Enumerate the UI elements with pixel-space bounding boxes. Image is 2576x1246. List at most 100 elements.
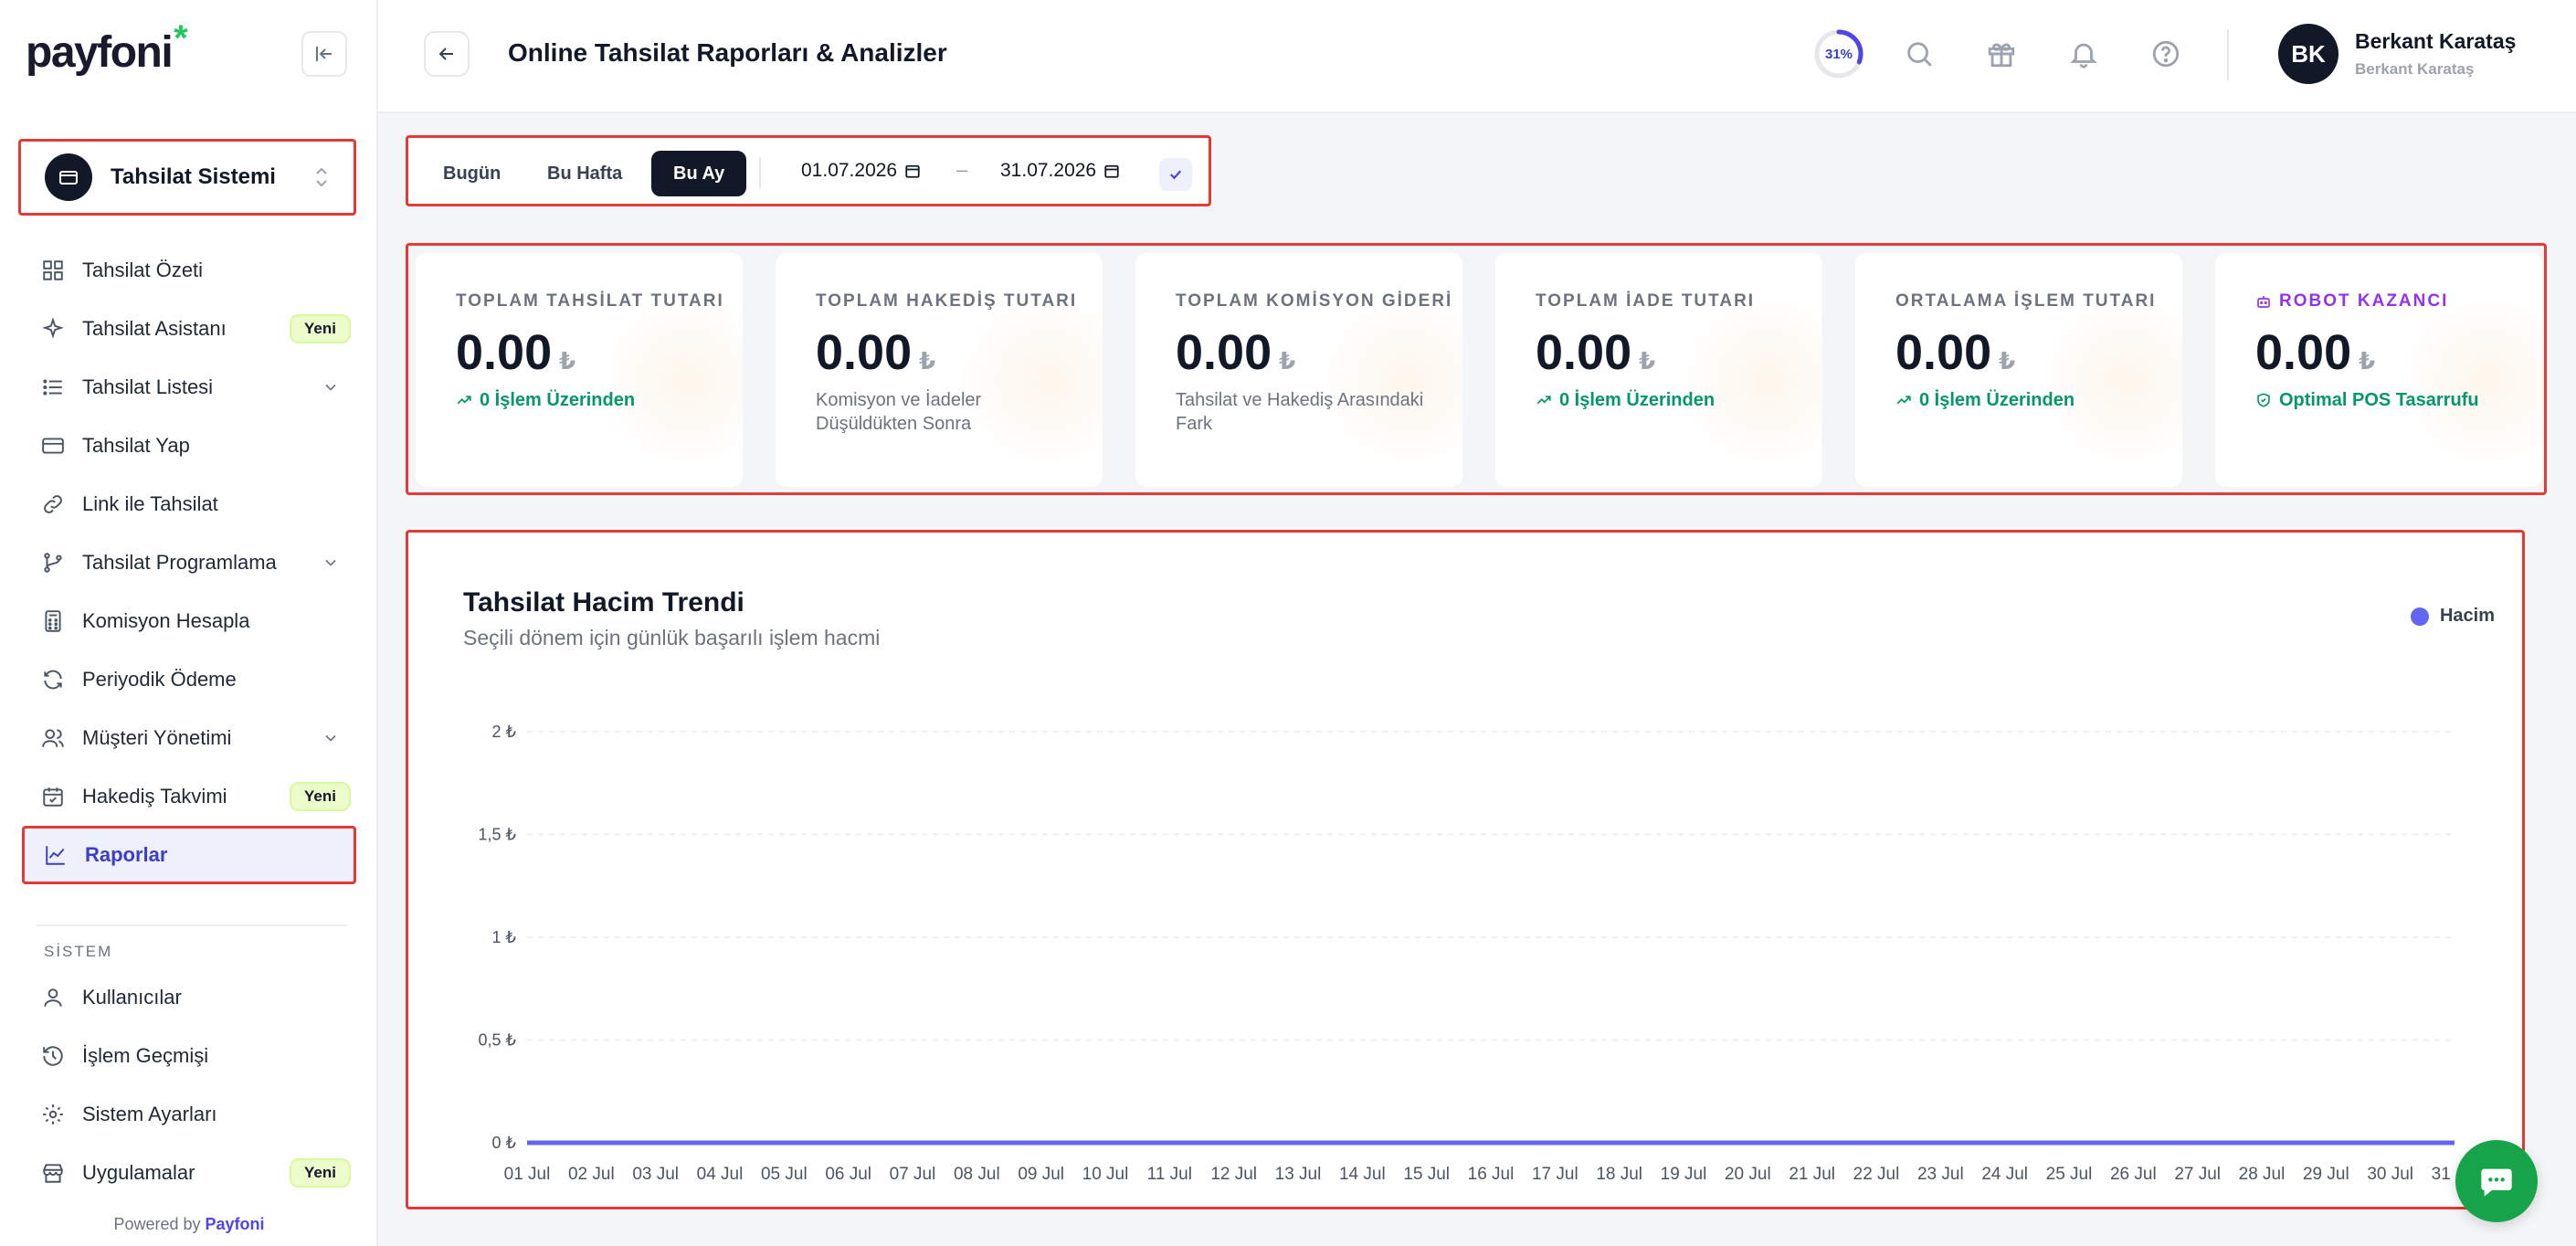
sidebar: payfoni* Tahsilat Sistemi Tahsilat Özeti… bbox=[0, 0, 378, 1246]
date-from-field[interactable]: 01.07.2026 bbox=[801, 160, 921, 182]
chat-button[interactable] bbox=[2455, 1140, 2538, 1222]
users-icon bbox=[40, 725, 66, 751]
sidebar-item-users[interactable]: Müşteri Yönetimi bbox=[22, 709, 356, 767]
kpi-value: 0.00 ₺ bbox=[2255, 325, 2376, 380]
page-title: Online Tahsilat Raporları & Analizler bbox=[508, 38, 947, 67]
sidebar-item-label: Tahsilat Özeti bbox=[82, 259, 204, 281]
kpi-value: 0.00 ₺ bbox=[1536, 325, 1656, 380]
kpi-subtitle: 0 İşlem Üzerinden bbox=[1536, 388, 1800, 412]
sidebar-item-label: İşlem Geçmişi bbox=[82, 1044, 209, 1067]
top-bar: Online Tahsilat Raporları & Analizler 31… bbox=[378, 0, 2576, 113]
kpi-title: TOPLAM HAKEDİŞ TUTARI bbox=[816, 291, 1078, 311]
x-tick-label: 26 Jul bbox=[2110, 1165, 2157, 1184]
sidebar-item-git-branch[interactable]: Tahsilat Programlama bbox=[22, 533, 356, 592]
sidebar-item-history[interactable]: İşlem Geçmişi bbox=[22, 1027, 356, 1085]
link-icon bbox=[40, 491, 66, 517]
sidebar-item-sparkles[interactable]: Tahsilat Asistanı Yeni bbox=[22, 300, 356, 358]
y-tick-label: 1 ₺ bbox=[492, 928, 516, 946]
git-branch-icon bbox=[40, 550, 66, 575]
filter-this-week[interactable]: Bu Hafta bbox=[525, 151, 644, 196]
date-separator: – bbox=[956, 158, 968, 181]
kpi-card: ROBOT KAZANCI 0.00 ₺ Optimal POS Tasarrufu bbox=[2215, 253, 2542, 487]
gift-button[interactable] bbox=[1982, 35, 2021, 73]
trend-up-icon bbox=[1896, 396, 1911, 405]
help-icon bbox=[2152, 40, 2180, 68]
shield-check-icon bbox=[2257, 393, 2270, 407]
x-tick-label: 27 Jul bbox=[2174, 1165, 2221, 1184]
sidebar-item-chart-line[interactable]: Raporlar bbox=[22, 826, 356, 884]
chevron-down-icon bbox=[325, 559, 336, 566]
sparkles-icon bbox=[40, 316, 66, 342]
date-to-field[interactable]: 31.07.2026 bbox=[1000, 160, 1120, 182]
currency-symbol: ₺ bbox=[2359, 347, 2376, 375]
sidebar-item-refresh[interactable]: Periyodik Ödeme bbox=[22, 650, 356, 709]
search-button[interactable] bbox=[1900, 35, 1938, 73]
x-tick-label: 10 Jul bbox=[1082, 1165, 1129, 1184]
sidebar-item-gear[interactable]: Sistem Ayarları bbox=[22, 1085, 356, 1144]
sidebar-item-link[interactable]: Link ile Tahsilat bbox=[22, 475, 356, 533]
x-tick-label: 14 Jul bbox=[1339, 1165, 1386, 1184]
sidebar-item-label: Tahsilat Asistanı bbox=[82, 317, 227, 340]
kpi-title: TOPLAM İADE TUTARI bbox=[1536, 291, 1756, 311]
filter-this-month[interactable]: Bu Ay bbox=[651, 151, 747, 196]
check-icon bbox=[1169, 170, 1182, 180]
avatar[interactable]: BK bbox=[2278, 24, 2338, 84]
apply-date-button[interactable] bbox=[1159, 158, 1192, 191]
bell-icon bbox=[2070, 43, 2097, 69]
x-tick-label: 16 Jul bbox=[1468, 1165, 1515, 1184]
header-divider bbox=[2227, 29, 2229, 80]
kpi-card: TOPLAM İADE TUTARI 0.00 ₺ 0 İşlem Üzerinden bbox=[1495, 253, 1822, 487]
volume-trend-chart: Tahsilat Hacim Trendi Seçili dönem için … bbox=[406, 530, 2525, 1209]
kpi-subtitle: Optimal POS Tasarrufu bbox=[2255, 388, 2520, 412]
sidebar-item-calculator[interactable]: Komisyon Hesapla bbox=[22, 592, 356, 650]
sidebar-item-store[interactable]: Uygulamalar Yeni bbox=[22, 1144, 356, 1202]
filter-today[interactable]: Bugün bbox=[421, 151, 523, 196]
x-tick-label: 22 Jul bbox=[1853, 1165, 1900, 1184]
sidebar-item-user[interactable]: Kullanıcılar bbox=[22, 968, 356, 1027]
sidebar-item-label: Tahsilat Programlama bbox=[82, 551, 277, 574]
sidebar-item-label: Uygulamalar bbox=[82, 1161, 195, 1184]
onboarding-progress[interactable]: 31% bbox=[1812, 27, 1865, 80]
payfoni-logo[interactable]: payfoni* bbox=[26, 18, 188, 78]
x-tick-label: 02 Jul bbox=[568, 1165, 615, 1184]
kpi-subtitle: 0 İşlem Üzerinden bbox=[456, 388, 721, 412]
sidebar-item-label: Hakediş Takvimi bbox=[82, 785, 227, 808]
x-tick-label: 03 Jul bbox=[632, 1165, 679, 1184]
x-tick-label: 09 Jul bbox=[1018, 1165, 1064, 1184]
kpi-value: 0.00 ₺ bbox=[456, 325, 576, 380]
back-button[interactable] bbox=[424, 31, 470, 77]
refresh-icon bbox=[40, 667, 66, 692]
new-badge: Yeni bbox=[290, 314, 351, 343]
powered-by-link[interactable]: Payfoni bbox=[206, 1215, 265, 1233]
currency-symbol: ₺ bbox=[1639, 347, 1656, 375]
notifications-button[interactable] bbox=[2064, 35, 2103, 73]
credit-card-icon bbox=[40, 433, 66, 459]
x-tick-label: 01 Jul bbox=[504, 1165, 551, 1184]
user-name[interactable]: Berkant Karataş bbox=[2355, 29, 2516, 54]
sidebar-item-list[interactable]: Tahsilat Listesi bbox=[22, 358, 356, 417]
help-button[interactable] bbox=[2147, 35, 2185, 73]
progress-label: 31% bbox=[1824, 46, 1853, 62]
history-icon bbox=[40, 1043, 66, 1069]
x-tick-label: 21 Jul bbox=[1789, 1165, 1835, 1184]
list-icon bbox=[40, 375, 66, 400]
chevron-updown-icon bbox=[316, 167, 327, 187]
trend-up-icon bbox=[1536, 396, 1551, 405]
kpi-title: TOPLAM TAHSİLAT TUTARI bbox=[456, 291, 724, 311]
trend-up-icon bbox=[457, 396, 471, 405]
chevron-down-icon bbox=[325, 384, 336, 391]
dashboard-grid-icon bbox=[40, 258, 66, 283]
store-icon bbox=[40, 1160, 66, 1186]
currency-symbol: ₺ bbox=[559, 347, 576, 375]
collapse-sidebar-button[interactable] bbox=[301, 31, 347, 77]
sidebar-item-calendar-check[interactable]: Hakediş Takvimi Yeni bbox=[22, 767, 356, 826]
kpi-value: 0.00 ₺ bbox=[1176, 325, 1296, 380]
user-subtitle: Berkant Karataş bbox=[2355, 60, 2475, 78]
system-selector[interactable]: Tahsilat Sistemi bbox=[18, 139, 356, 216]
search-icon bbox=[1907, 42, 1932, 67]
x-tick-label: 17 Jul bbox=[1532, 1165, 1578, 1184]
x-tick-label: 06 Jul bbox=[825, 1165, 871, 1184]
sidebar-item-dashboard-grid[interactable]: Tahsilat Özeti bbox=[22, 241, 356, 300]
sidebar-item-credit-card[interactable]: Tahsilat Yap bbox=[22, 417, 356, 475]
currency-symbol: ₺ bbox=[919, 347, 936, 375]
